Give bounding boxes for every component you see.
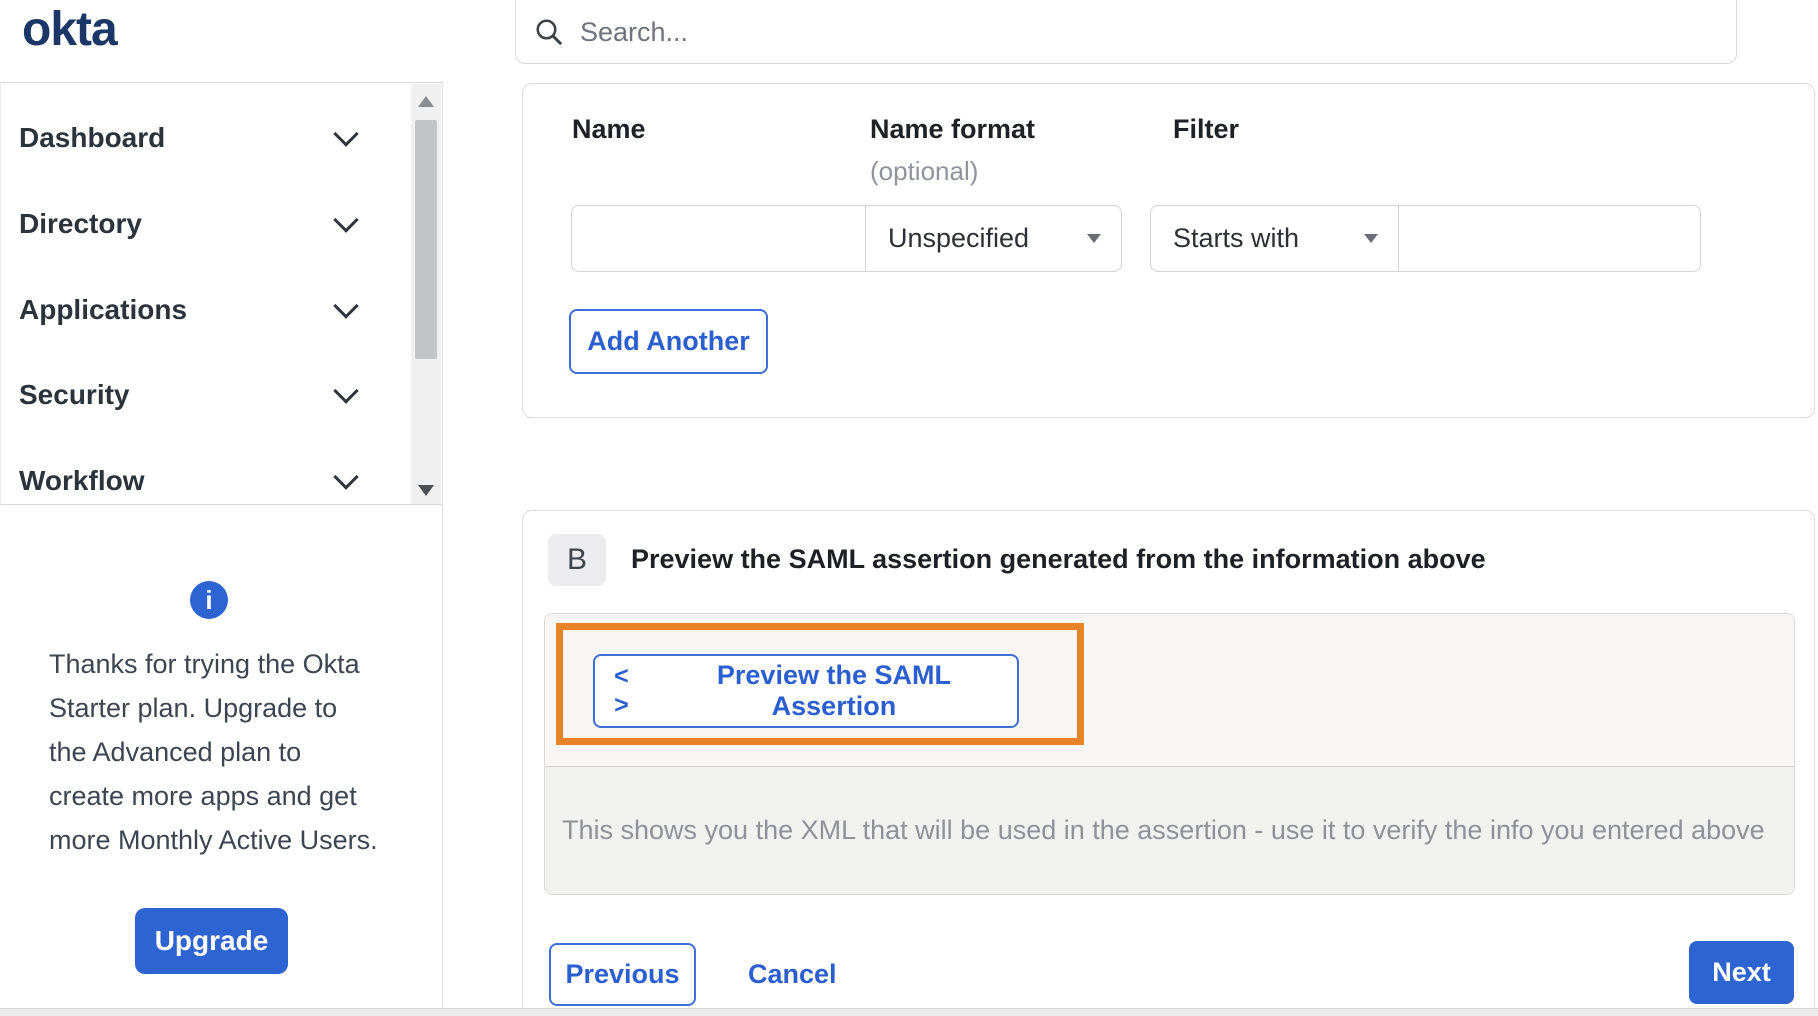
bottom-edge-strip — [0, 1008, 1818, 1016]
name-format-column-label: Name format — [870, 114, 1036, 144]
sidebar-item-workflow[interactable]: Workflow — [1, 459, 401, 503]
upgrade-message-line: more Monthly Active Users. — [49, 825, 378, 855]
name-column-label: Name — [572, 114, 646, 144]
filter-operator-value: Starts with — [1173, 223, 1300, 253]
sidebar-nav: Dashboard Directory Applications Securit… — [0, 82, 443, 505]
sidebar-item-dashboard[interactable]: Dashboard — [1, 116, 401, 160]
upgrade-message-line: the Advanced plan to — [49, 737, 302, 767]
filter-column-label: Filter — [1173, 114, 1240, 144]
previous-button[interactable]: Previous — [549, 943, 696, 1006]
name-group: Unspecified — [571, 205, 1122, 272]
add-another-button[interactable]: Add Another — [569, 309, 768, 374]
sidebar-item-directory[interactable]: Directory — [1, 202, 401, 246]
upgrade-message-line: Thanks for trying the Okta — [49, 649, 360, 679]
sidebar-divider — [442, 82, 443, 1016]
caret-down-icon — [1087, 234, 1101, 243]
upgrade-message-line: Starter plan. Upgrade to — [49, 693, 338, 723]
chevron-down-icon — [333, 378, 359, 404]
sidebar-item-security[interactable]: Security — [1, 373, 401, 417]
scroll-down-icon[interactable] — [418, 485, 434, 496]
highlight-annotation-box — [556, 623, 1084, 745]
preview-description: This shows you the XML that will be used… — [562, 815, 1765, 845]
sidebar-item-label: Workflow — [19, 465, 145, 496]
preview-saml-card: B Preview the SAML assertion generated f… — [522, 510, 1815, 1009]
attribute-name-input[interactable] — [572, 206, 865, 271]
caret-down-icon — [1364, 234, 1378, 243]
info-icon: i — [190, 581, 228, 619]
chevron-down-icon — [333, 464, 359, 490]
filter-value-input[interactable] — [1399, 206, 1700, 271]
upgrade-message: Thanks for trying the Okta Starter plan.… — [49, 642, 399, 862]
chevron-down-icon — [333, 293, 359, 319]
preview-description-area: This shows you the XML that will be used… — [545, 767, 1794, 894]
search-bar[interactable] — [515, 0, 1737, 64]
sidebar-item-label: Dashboard — [19, 122, 166, 153]
name-format-optional-label: (optional) — [870, 156, 979, 186]
chevron-down-icon — [333, 207, 359, 233]
cancel-link[interactable]: Cancel — [748, 943, 837, 1006]
filter-operator-select[interactable]: Starts with — [1151, 206, 1398, 271]
okta-admin-screen: okta Dashboard Directory Applications — [0, 0, 1818, 1016]
sidebar-item-label: Security — [19, 379, 130, 410]
search-icon — [534, 17, 564, 47]
name-format-value: Unspecified — [888, 223, 1030, 253]
attribute-statement-card: Name Name format (optional) Filter Unspe… — [522, 83, 1815, 418]
scroll-up-icon[interactable] — [418, 96, 434, 107]
upgrade-message-line: create more apps and get — [49, 781, 357, 811]
name-format-select[interactable]: Unspecified — [865, 206, 1121, 271]
section-b-heading: Preview the SAML assertion generated fro… — [631, 544, 1486, 574]
next-button[interactable]: Next — [1689, 941, 1794, 1004]
okta-logo: okta — [22, 3, 118, 56]
upgrade-button[interactable]: Upgrade — [135, 908, 288, 974]
sidebar-item-applications[interactable]: Applications — [1, 288, 401, 332]
sidebar-item-label: Directory — [19, 208, 142, 239]
chevron-down-icon — [333, 121, 359, 147]
sidebar-scrollbar[interactable] — [411, 84, 441, 504]
sidebar-item-label: Applications — [19, 294, 188, 325]
search-input[interactable] — [578, 15, 1736, 49]
filter-group: Starts with — [1150, 205, 1701, 272]
scrollbar-thumb[interactable] — [415, 120, 437, 359]
section-b-badge: B — [548, 534, 606, 586]
